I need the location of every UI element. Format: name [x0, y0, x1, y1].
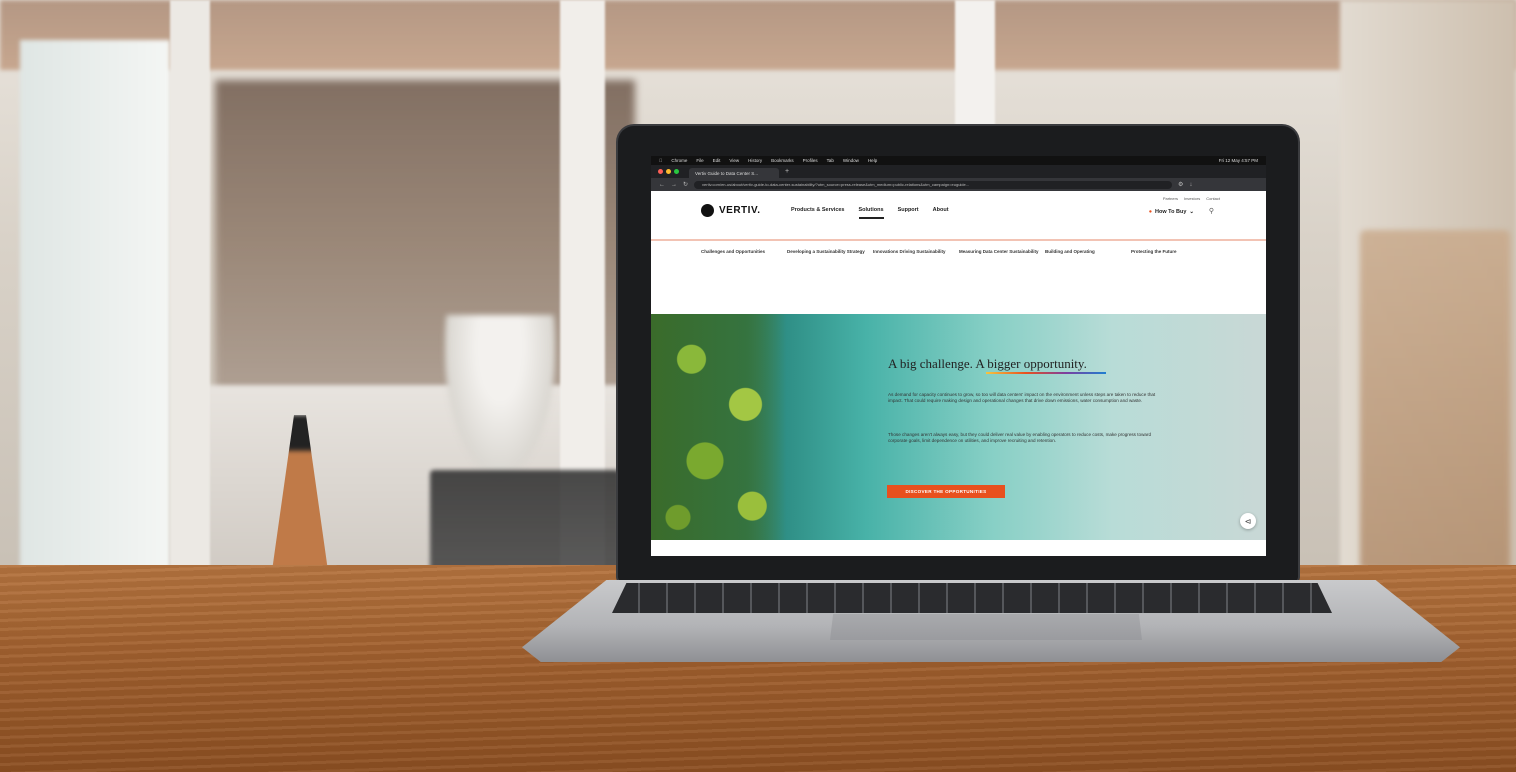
menu-profiles[interactable]: Profiles [803, 158, 818, 163]
subnav-protecting[interactable]: Protecting the Future [1131, 248, 1217, 255]
menu-help[interactable]: Help [868, 158, 877, 163]
new-tab-icon[interactable]: + [785, 168, 789, 175]
laptop-keyboard [612, 583, 1332, 613]
wooden-chair [1360, 230, 1510, 570]
main-nav: Products & Services Solutions Support Ab… [791, 207, 949, 219]
barista-figure [445, 315, 555, 475]
utility-investors[interactable]: Investors [1184, 196, 1200, 201]
menu-window[interactable]: Window [843, 158, 859, 163]
minimize-window-icon[interactable] [666, 169, 671, 174]
how-to-buy-button[interactable]: ● How To Buy ⌄ [1149, 209, 1194, 215]
close-window-icon[interactable] [658, 169, 663, 174]
menu-chrome[interactable]: Chrome [671, 158, 687, 163]
hero-title-underline [986, 372, 1106, 374]
mac-menu-bar:  Chrome File Edit View History Bookmark… [651, 156, 1266, 165]
pillar-left [170, 0, 210, 600]
wooden-ceiling [0, 0, 1516, 70]
menu-clock: Fri 12 May 4:57 PM [1218, 158, 1258, 163]
browser-tab-bar: Vertiv Guide to Data Center S... + [651, 165, 1266, 178]
laptop-screen:  Chrome File Edit View History Bookmark… [651, 156, 1266, 556]
vertiv-logo-icon [701, 204, 714, 217]
menu-file[interactable]: File [696, 158, 703, 163]
vertiv-logo[interactable]: VERTIV. [701, 204, 760, 217]
hero-paragraph-1: As demand for capacity continues to grow… [888, 392, 1156, 404]
cafe-photo:  Chrome File Edit View History Bookmark… [0, 0, 1516, 772]
share-icon[interactable]: ⊲ [1240, 513, 1256, 529]
nav-solutions[interactable]: Solutions [858, 207, 884, 219]
utility-contact[interactable]: Contact [1206, 196, 1220, 201]
location-pin-icon: ● [1148, 209, 1153, 215]
extensions-icon[interactable]: ⚙ [1178, 181, 1183, 188]
menu-edit[interactable]: Edit [713, 158, 721, 163]
menu-bookmarks[interactable]: Bookmarks [771, 158, 794, 163]
browser-tab[interactable]: Vertiv Guide to Data Center S... [689, 168, 779, 178]
section-subnav: Challenges and Opportunities Developing … [701, 248, 1217, 255]
tab-title: Vertiv Guide to Data Center S... [695, 170, 759, 176]
laptop-trackpad [830, 614, 1142, 640]
logo-text: VERTIV. [719, 205, 761, 216]
subnav-building[interactable]: Building and Operating [1045, 248, 1131, 255]
reload-icon[interactable]: ↻ [683, 181, 688, 188]
forward-icon[interactable]: → [671, 182, 677, 188]
subnav-measuring[interactable]: Measuring Data Center Sustainability [959, 248, 1045, 255]
bar-stool [430, 470, 620, 580]
site-header: VERTIV. Products & Services Solutions Su… [651, 191, 1266, 254]
url-field[interactable]: vertiv.com/en-us/about/vertiv-guide-to-d… [694, 180, 1173, 189]
subnav-strategy[interactable]: Developing a Sustainability Strategy [787, 248, 873, 255]
chevron-down-icon: ⌄ [1189, 209, 1194, 215]
how-to-buy-label: How To Buy [1155, 209, 1187, 215]
discover-opportunities-button[interactable]: DISCOVER THE OPPORTUNITIES [887, 485, 1005, 498]
pillar-right [955, 0, 995, 130]
menu-view[interactable]: View [729, 158, 739, 163]
back-icon[interactable]: ← [659, 182, 665, 188]
utility-partners[interactable]: Partners [1163, 196, 1178, 201]
search-icon[interactable]: ⚲ [1209, 207, 1214, 215]
glass-block-window [20, 40, 170, 600]
address-bar-row: ← → ↻ vertiv.com/en-us/about/vertiv-guid… [651, 178, 1266, 191]
subnav-challenges[interactable]: Challenges and Opportunities [701, 248, 787, 255]
hero-title: A big challenge. A bigger opportunity. [888, 356, 1087, 371]
hero-mangrove-image [651, 314, 786, 540]
menu-history[interactable]: History [748, 158, 762, 163]
hero-paragraph-2: Those changes aren't always easy, but th… [888, 432, 1152, 444]
nav-support[interactable]: Support [898, 207, 919, 219]
window-controls [658, 169, 679, 174]
nav-about[interactable]: About [933, 207, 949, 219]
apple-icon[interactable]:  [659, 158, 662, 163]
download-icon[interactable]: ↓ [1189, 182, 1192, 188]
menu-tab[interactable]: Tab [827, 158, 834, 163]
utility-nav: Partners Investors Contact [1163, 196, 1220, 201]
nav-products-services[interactable]: Products & Services [791, 207, 845, 219]
maximize-window-icon[interactable] [674, 169, 679, 174]
subnav-innovations[interactable]: Innovations Driving Sustainability [873, 248, 959, 255]
